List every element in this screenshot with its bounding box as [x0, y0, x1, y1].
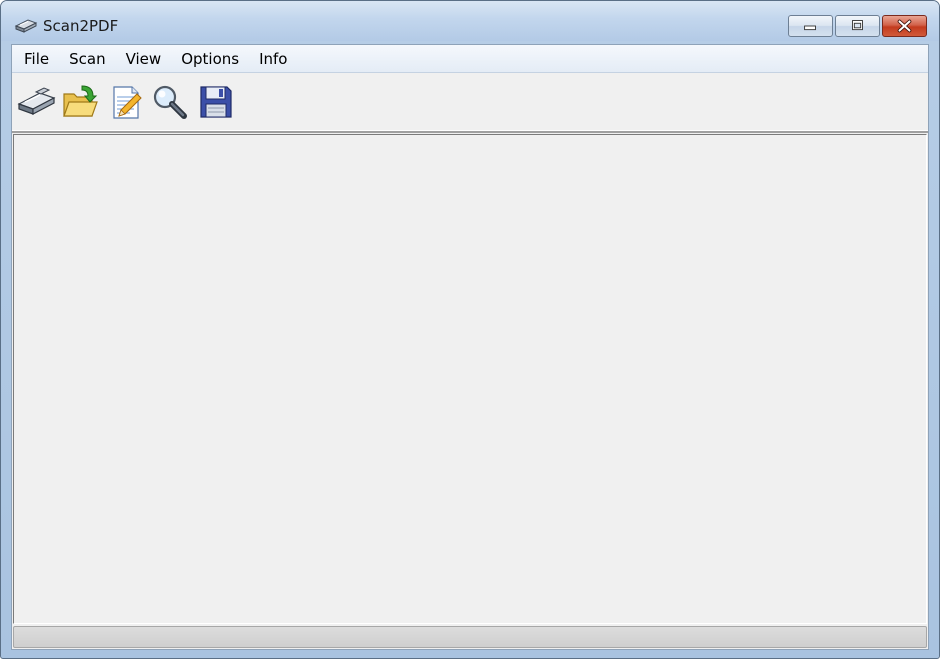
scan-button[interactable] [16, 82, 56, 122]
client-area: File Scan View Options Info [11, 44, 929, 650]
menu-scan[interactable]: Scan [59, 46, 115, 72]
floppy-disk-icon [200, 86, 232, 118]
magnifier-icon [153, 85, 187, 119]
menu-bar: File Scan View Options Info [12, 45, 928, 73]
maximize-icon [852, 20, 863, 31]
maximize-button[interactable] [835, 15, 880, 37]
scanner-icon [14, 16, 38, 34]
close-button[interactable] [882, 15, 927, 37]
window-title: Scan2PDF [43, 17, 119, 35]
caption-buttons [786, 15, 927, 37]
open-folder-icon [63, 85, 98, 117]
close-icon [897, 19, 912, 33]
open-button[interactable] [60, 82, 100, 122]
minimize-button[interactable] [788, 15, 833, 37]
document-view[interactable] [13, 134, 927, 624]
menu-options[interactable]: Options [171, 46, 249, 72]
status-bar [13, 626, 927, 648]
application-window: Scan2PDF File Scan View Options Info [0, 0, 940, 659]
edit-document-icon [113, 86, 142, 119]
menu-file[interactable]: File [14, 46, 59, 72]
preview-button[interactable] [150, 82, 190, 122]
menu-view[interactable]: View [116, 46, 172, 72]
edit-button[interactable] [106, 82, 146, 122]
save-button[interactable] [196, 82, 236, 122]
scanner-icon [17, 87, 56, 115]
title-bar[interactable]: Scan2PDF [1, 1, 939, 41]
toolbar [12, 75, 928, 133]
minimize-icon [804, 25, 816, 31]
menu-info[interactable]: Info [249, 46, 297, 72]
